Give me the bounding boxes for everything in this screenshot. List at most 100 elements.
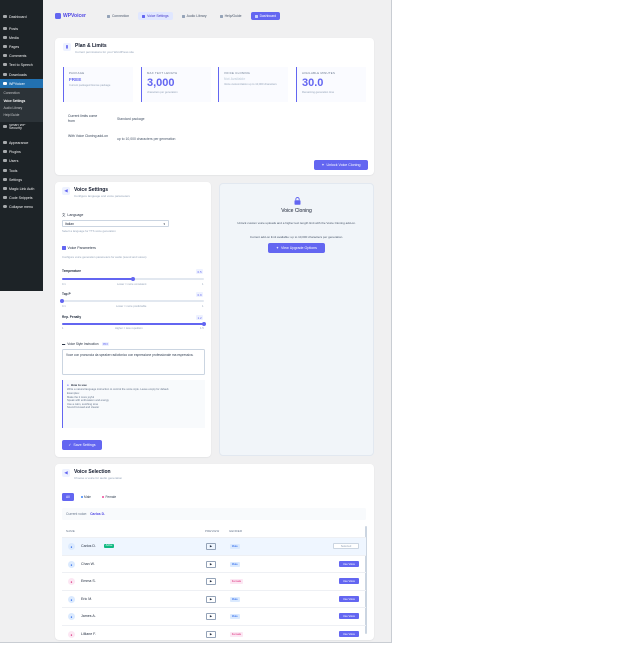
language-label: Language <box>67 212 84 217</box>
sparkle-icon: ✦ <box>321 163 325 167</box>
sidebar-item-wpvoicer[interactable]: WPVoicer <box>0 79 43 88</box>
user-icon: ● <box>68 561 75 568</box>
comment-icon <box>3 53 7 58</box>
plan-title: Plan & Limits <box>75 43 107 49</box>
play-button[interactable]: ▶ <box>206 595 216 603</box>
temperature-slider[interactable] <box>62 276 204 281</box>
voice-style-textarea[interactable]: Voce con pronuncia da speaker radiofonic… <box>62 349 205 375</box>
filter-male[interactable]: Male <box>77 493 95 501</box>
tab-help-guide[interactable]: Help/Guide <box>216 12 246 20</box>
table-row[interactable]: ● Eric M. ▶ Male Use Voice <box>62 590 366 608</box>
play-button[interactable]: ▶ <box>206 542 216 550</box>
sidebar-item-code-snippets[interactable]: Code Snippets <box>0 193 43 202</box>
play-button[interactable]: ▶ <box>206 630 216 638</box>
rep-penalty-slider-handle[interactable] <box>202 321 206 326</box>
how-to-use-box: ● How to use Write a natural language ins… <box>62 380 205 428</box>
rep-penalty-value: 1.2 <box>196 315 204 320</box>
submenu-audio-library[interactable]: Audio Library <box>0 106 43 110</box>
plan-subtitle: Current permissions for your WordPress s… <box>75 50 134 54</box>
sidebar-item-dashboard[interactable]: Dashboard <box>0 12 43 21</box>
settings-icon <box>3 177 7 182</box>
use-voice-button[interactable]: Use Voice <box>339 595 359 603</box>
selected-button[interactable]: Selected <box>333 542 359 550</box>
brand: WPVoicer <box>55 13 86 19</box>
sidebar-item-comments[interactable]: Comments <box>0 51 43 60</box>
gender-badge: Female <box>230 578 243 584</box>
collapse-menu-button[interactable]: Collapse menu <box>0 202 43 211</box>
user-icon: ● <box>68 631 75 638</box>
temperature-min: 0.1 <box>62 283 66 286</box>
table-row[interactable]: ● Emma S. ▶ Female Use Voice <box>62 572 366 590</box>
user-icon: ● <box>68 543 75 550</box>
sidebar-item-plugins[interactable]: Plugins <box>0 147 43 156</box>
plugin-top-nav: WPVoicer Connection Voice Settings Audio… <box>55 10 281 22</box>
table-row[interactable]: ● James A. ▶ Male Use Voice <box>62 607 366 625</box>
temperature-slider-handle[interactable] <box>131 276 135 281</box>
media-icon <box>3 35 7 40</box>
sidebar-item-users[interactable]: Users <box>0 156 43 165</box>
rep-penalty-slider[interactable] <box>62 321 206 326</box>
unlock-voice-cloning-button[interactable]: ✦ Unlock Voice Cloning <box>314 160 368 170</box>
use-voice-button[interactable]: Use Voice <box>339 630 359 638</box>
wp-admin-sidebar: Dashboard Posts Media Pages Comments Tex… <box>0 0 43 291</box>
female-dot-icon <box>101 496 104 498</box>
temperature-value: 0.5 <box>196 269 204 274</box>
current-voice-bar: Current voice: Carlos D. <box>62 508 366 520</box>
gender-badge: Male <box>230 543 240 549</box>
submenu-help-guide[interactable]: Help/Guide <box>0 113 43 117</box>
filter-all[interactable]: All <box>62 493 74 501</box>
stat-package: PACKAGE FREE Current packaged license pa… <box>63 67 133 102</box>
stat-voice-cloning: VOICE CLONING Not Available Voice custom… <box>218 67 288 102</box>
pin-icon <box>3 26 7 31</box>
link-icon <box>3 186 7 191</box>
filter-female[interactable]: Female <box>98 493 120 501</box>
user-icon: ● <box>68 596 75 603</box>
use-voice-button[interactable]: Use Voice <box>339 560 359 568</box>
submenu-connection[interactable]: Connection <box>0 91 43 95</box>
dashboard-button[interactable]: Dashboard <box>250 12 281 20</box>
sidebar-item-tools[interactable]: Tools <box>0 166 43 175</box>
chart-icon: ▮ <box>63 43 71 51</box>
sidebar-item-smart-wp-security[interactable]: Smart WP Security <box>0 124 43 133</box>
language-select[interactable]: Italian ▾ <box>62 220 169 227</box>
collapse-icon <box>3 204 7 209</box>
sidebar-item-posts[interactable]: Posts <box>0 24 43 33</box>
table-row[interactable]: ● Lilliane F. ▶ Female Use Voice <box>62 625 366 640</box>
sidebar-item-appearance[interactable]: Appearance <box>0 138 43 147</box>
table-row[interactable]: ● Carlos D. Active ▶ Male Selected <box>62 537 366 555</box>
voice-cloning-note: Current add-on limit available: up to 10… <box>249 235 344 239</box>
tab-voice-settings[interactable]: Voice Settings <box>138 12 173 20</box>
limits-source-label: Current limits come from <box>68 114 98 123</box>
submenu-voice-settings[interactable]: Voice Settings <box>0 99 43 103</box>
column-preview: PREVIEW <box>205 529 220 533</box>
top-p-slider-handle[interactable] <box>60 298 64 303</box>
brand-name: WPVoicer <box>63 13 86 19</box>
speaker-icon <box>3 62 7 67</box>
view-upgrade-options-button[interactable]: ✦ View Upgrade Options <box>268 243 325 253</box>
sidebar-item-pages[interactable]: Pages <box>0 42 43 51</box>
top-p-slider[interactable] <box>60 298 204 303</box>
tab-audio-library[interactable]: Audio Library <box>178 12 211 20</box>
tab-connection[interactable]: Connection <box>103 12 133 20</box>
voice-parameters-hint: Configure voice generation parameters fo… <box>62 255 147 259</box>
sidebar-item-downloads[interactable]: Downloads <box>0 70 43 79</box>
code-icon <box>3 195 7 200</box>
cloning-addon-label: With Voice Cloning add-on <box>68 134 108 138</box>
play-button[interactable]: ▶ <box>206 577 216 585</box>
save-settings-button[interactable]: ✓ Save Settings <box>62 440 102 450</box>
play-button[interactable]: ▶ <box>206 560 216 568</box>
wpvoicer-submenu: Connection Voice Settings Audio Library … <box>0 88 43 122</box>
play-button[interactable]: ▶ <box>206 612 216 620</box>
sidebar-item-settings[interactable]: Settings <box>0 175 43 184</box>
use-voice-button[interactable]: Use Voice <box>339 612 359 620</box>
rep-penalty-hint: Higher = less repetition <box>115 327 143 330</box>
browser-viewport: Dashboard Posts Media Pages Comments Tex… <box>0 0 392 643</box>
sidebar-item-text-to-speech[interactable]: Text to Speech <box>0 60 43 69</box>
table-row[interactable]: ● Chan W. ▶ Male Use Voice <box>62 555 366 573</box>
cloning-addon-value: up to 10,000 characters per generation <box>117 137 176 141</box>
use-voice-button[interactable]: Use Voice <box>339 577 359 585</box>
sidebar-item-magic-link-auth[interactable]: Magic Link Auth <box>0 184 43 193</box>
sidebar-item-media[interactable]: Media <box>0 33 43 42</box>
chat-icon: ▬ <box>62 342 66 346</box>
voice-parameters-checkbox[interactable] <box>62 246 66 250</box>
